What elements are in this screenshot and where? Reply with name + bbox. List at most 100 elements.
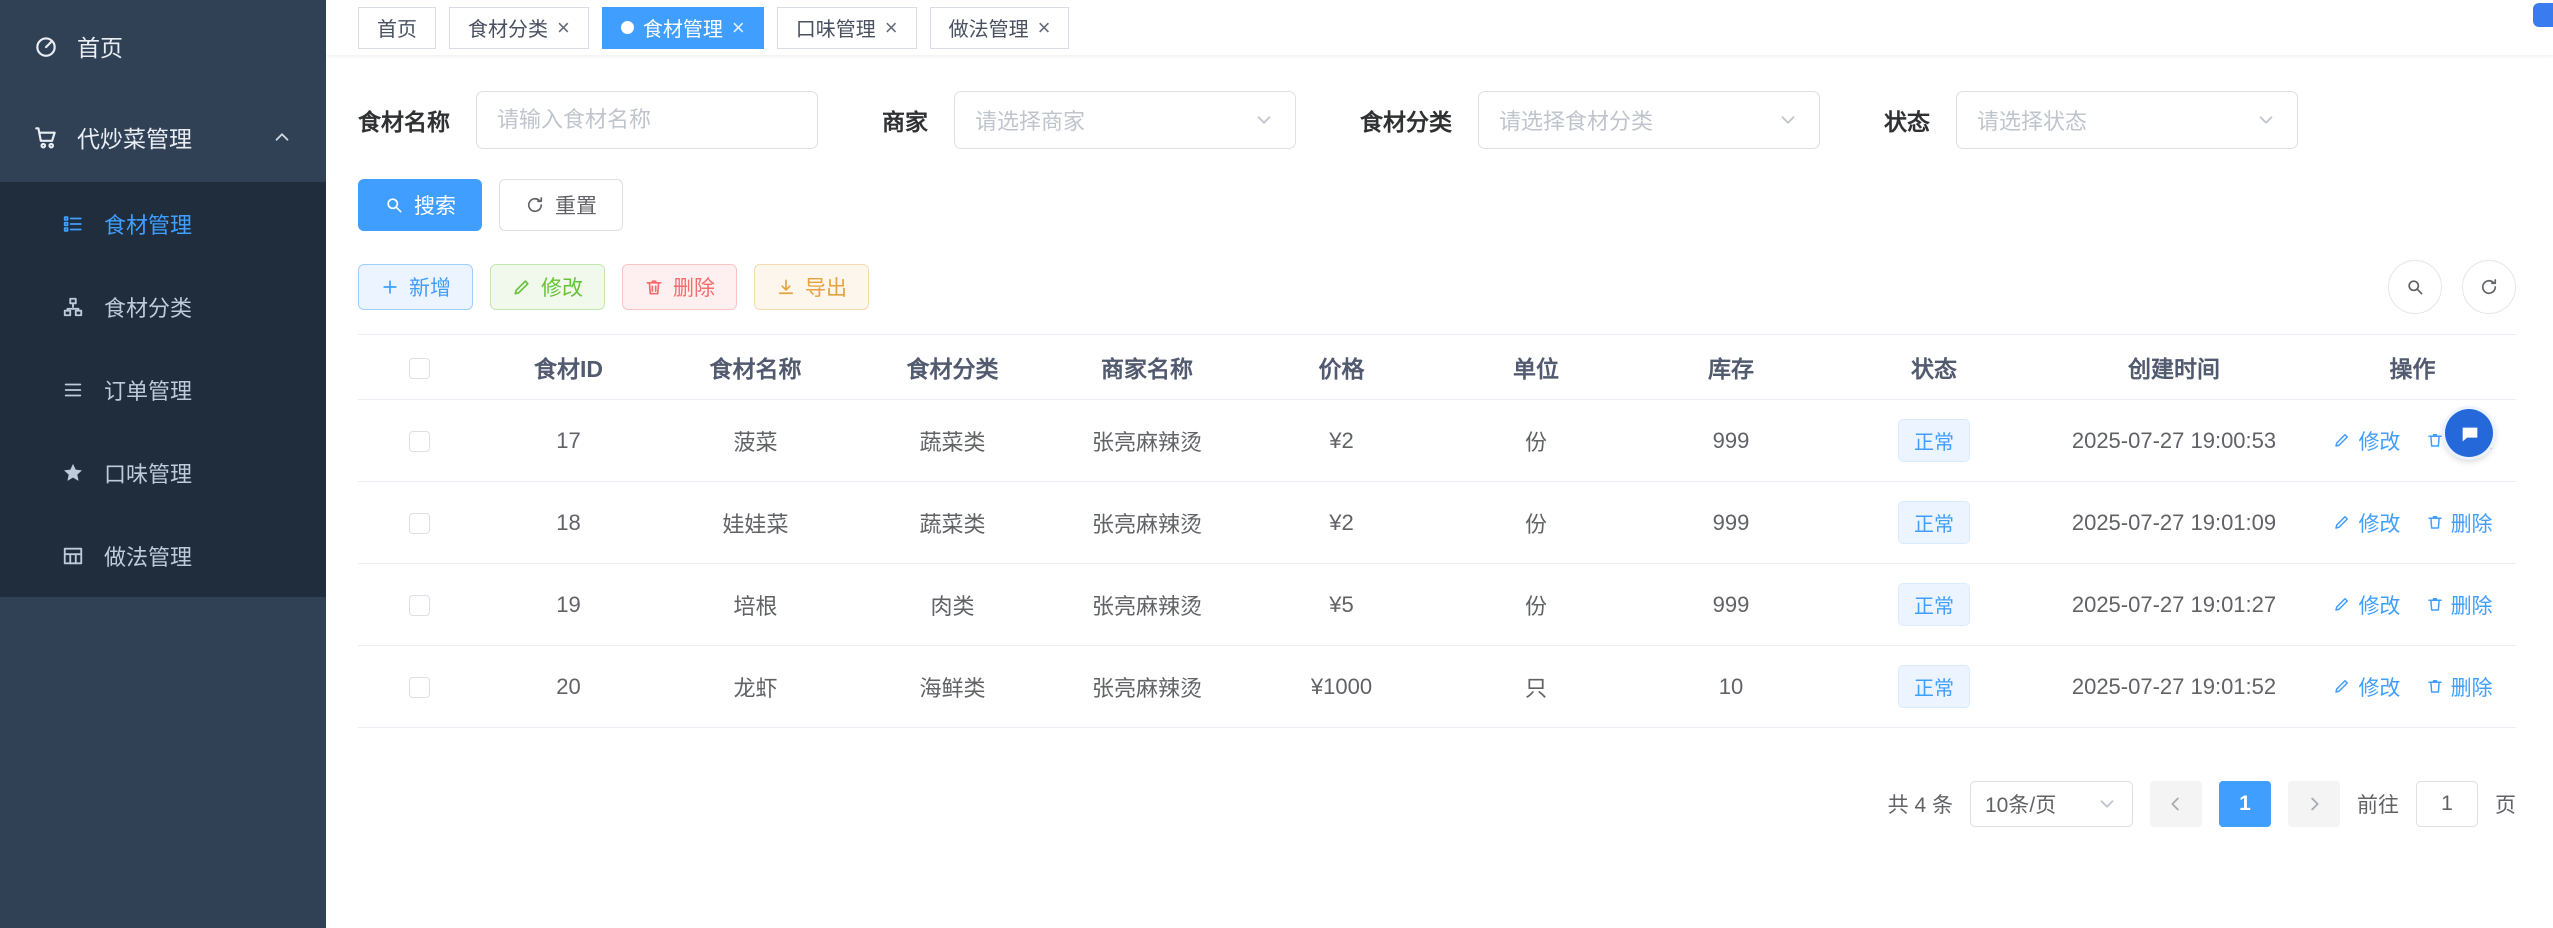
plus-icon bbox=[380, 277, 400, 297]
column-header-id: 食材ID bbox=[481, 334, 656, 400]
cell-category: 海鲜类 bbox=[855, 645, 1050, 728]
reset-button[interactable]: 重置 bbox=[499, 179, 623, 231]
row-edit-button[interactable]: 修改 bbox=[2332, 590, 2400, 620]
search-button[interactable]: 搜索 bbox=[358, 179, 482, 231]
list-check-icon bbox=[62, 213, 84, 235]
row-checkbox[interactable] bbox=[409, 677, 430, 699]
prev-page-button[interactable] bbox=[2150, 781, 2202, 827]
select-placeholder: 请选择商家 bbox=[975, 109, 1086, 134]
sidebar-item-dishes-management[interactable]: 代炒菜管理 bbox=[0, 91, 326, 182]
column-header-price: 价格 bbox=[1244, 334, 1439, 400]
row-edit-button[interactable]: 修改 bbox=[2332, 508, 2400, 538]
cell-created: 2025-07-27 19:01:27 bbox=[2039, 563, 2309, 646]
export-button[interactable]: 导出 bbox=[754, 264, 869, 310]
cell-id: 17 bbox=[481, 399, 656, 482]
refresh-table-button[interactable] bbox=[2462, 260, 2516, 314]
row-edit-label: 修改 bbox=[2358, 594, 2401, 618]
category-select[interactable]: 请选择食材分类 bbox=[1478, 91, 1820, 149]
row-checkbox[interactable] bbox=[409, 513, 430, 535]
edit-button[interactable]: 修改 bbox=[490, 264, 605, 310]
search-icon bbox=[2405, 277, 2425, 297]
row-delete-button[interactable]: 删除 bbox=[2425, 508, 2493, 538]
sidebar-item-order-management[interactable]: 订单管理 bbox=[0, 348, 326, 431]
cell-id: 18 bbox=[481, 481, 656, 564]
export-button-label: 导出 bbox=[805, 277, 847, 300]
row-edit-button[interactable]: 修改 bbox=[2332, 672, 2400, 702]
cell-created: 2025-07-27 19:00:53 bbox=[2039, 399, 2309, 482]
total-count: 共 4 条 bbox=[1887, 794, 1953, 817]
goto-label: 前往 bbox=[2357, 794, 2399, 817]
select-placeholder: 请选择状态 bbox=[1977, 109, 2088, 134]
row-checkbox[interactable] bbox=[409, 431, 430, 453]
dashboard-icon bbox=[33, 33, 59, 59]
cell-merchant: 张亮麻辣烫 bbox=[1050, 399, 1244, 482]
tab-ingredient-category[interactable]: 食材分类 × bbox=[449, 6, 589, 49]
table-row[interactable]: 20 龙虾 海鲜类 张亮麻辣烫 ¥1000 只 10 正常 2025-07-27… bbox=[358, 645, 2516, 728]
column-header-actions: 操作 bbox=[2309, 334, 2516, 400]
trash-icon bbox=[2425, 431, 2445, 451]
cell-stock: 999 bbox=[1633, 399, 1829, 482]
sidebar-item-label: 做法管理 bbox=[104, 544, 193, 570]
sidebar-item-method-management[interactable]: 做法管理 bbox=[0, 514, 326, 597]
tab-label: 食材管理 bbox=[642, 19, 723, 41]
cell-unit: 只 bbox=[1439, 645, 1633, 728]
cell-created: 2025-07-27 19:01:52 bbox=[2039, 645, 2309, 728]
cell-price: ¥5 bbox=[1244, 563, 1439, 646]
column-header-created: 创建时间 bbox=[2039, 334, 2309, 400]
row-delete-button[interactable]: 删除 bbox=[2425, 672, 2493, 702]
tab-home[interactable]: 首页 bbox=[358, 6, 436, 49]
status-badge: 正常 bbox=[1898, 419, 1970, 462]
page-size-select[interactable]: 10条/页 bbox=[1970, 781, 2133, 827]
edit-icon bbox=[2332, 513, 2352, 533]
toggle-search-button[interactable] bbox=[2388, 260, 2442, 314]
close-icon[interactable]: × bbox=[1038, 16, 1051, 39]
edit-button-label: 修改 bbox=[541, 277, 583, 300]
cell-stock: 999 bbox=[1633, 481, 1829, 564]
status-badge: 正常 bbox=[1898, 583, 1970, 626]
table-row[interactable]: 17 菠菜 蔬菜类 张亮麻辣烫 ¥2 份 999 正常 2025-07-27 1… bbox=[358, 399, 2516, 482]
close-icon[interactable]: × bbox=[732, 16, 745, 39]
status-select[interactable]: 请选择状态 bbox=[1956, 91, 2298, 149]
edit-icon bbox=[2332, 677, 2352, 697]
row-edit-label: 修改 bbox=[2358, 512, 2401, 536]
table-row[interactable]: 19 培根 肉类 张亮麻辣烫 ¥5 份 999 正常 2025-07-27 19… bbox=[358, 563, 2516, 646]
cell-id: 19 bbox=[481, 563, 656, 646]
sidebar: 首页 代炒菜管理 食材管理 食材分类 订单管理 口味管理 做法管理 bbox=[0, 0, 326, 928]
tab-method-management[interactable]: 做法管理 × bbox=[929, 6, 1070, 49]
merchant-select[interactable]: 请选择商家 bbox=[954, 91, 1296, 149]
row-checkbox[interactable] bbox=[409, 595, 430, 617]
current-page-button[interactable]: 1 bbox=[2219, 781, 2271, 827]
ingredient-name-input[interactable] bbox=[476, 91, 818, 149]
sidebar-item-ingredient-management[interactable]: 食材管理 bbox=[0, 182, 326, 265]
close-icon[interactable]: × bbox=[557, 16, 570, 39]
corner-widget[interactable] bbox=[2533, 3, 2553, 27]
tab-ingredient-management[interactable]: 食材管理 × bbox=[601, 6, 764, 49]
floating-widget-button[interactable] bbox=[2445, 409, 2493, 457]
delete-button[interactable]: 删除 bbox=[622, 264, 737, 310]
chat-icon bbox=[2459, 423, 2479, 443]
merchant-label: 商家 bbox=[882, 109, 928, 135]
reset-button-label: 重置 bbox=[555, 195, 597, 218]
next-page-button[interactable] bbox=[2288, 781, 2340, 827]
tab-label: 做法管理 bbox=[948, 19, 1029, 41]
sidebar-item-ingredient-category[interactable]: 食材分类 bbox=[0, 265, 326, 348]
goto-suffix-label: 页 bbox=[2495, 794, 2516, 817]
search-icon bbox=[384, 195, 404, 215]
refresh-icon bbox=[2479, 277, 2499, 297]
tab-flavor-management[interactable]: 口味管理 × bbox=[776, 6, 917, 49]
table-toolbar: 新增 修改 删除 导出 bbox=[358, 260, 2516, 314]
row-edit-button[interactable]: 修改 bbox=[2332, 426, 2400, 456]
row-delete-button[interactable]: 删除 bbox=[2425, 590, 2493, 620]
chevron-left-icon bbox=[2165, 793, 2187, 815]
filter-group-merchant: 商家 请选择商家 bbox=[882, 91, 1296, 149]
table-row[interactable]: 18 娃娃菜 蔬菜类 张亮麻辣烫 ¥2 份 999 正常 2025-07-27 … bbox=[358, 481, 2516, 564]
cell-created: 2025-07-27 19:01:09 bbox=[2039, 481, 2309, 564]
goto-page-input[interactable] bbox=[2416, 781, 2478, 827]
select-all-checkbox[interactable] bbox=[409, 357, 430, 379]
trash-icon bbox=[2425, 513, 2445, 533]
close-icon[interactable]: × bbox=[885, 16, 898, 39]
add-button[interactable]: 新增 bbox=[358, 264, 473, 310]
search-actions: 搜索 重置 bbox=[358, 179, 2516, 231]
sidebar-item-flavor-management[interactable]: 口味管理 bbox=[0, 431, 326, 514]
sidebar-item-home[interactable]: 首页 bbox=[0, 0, 326, 91]
